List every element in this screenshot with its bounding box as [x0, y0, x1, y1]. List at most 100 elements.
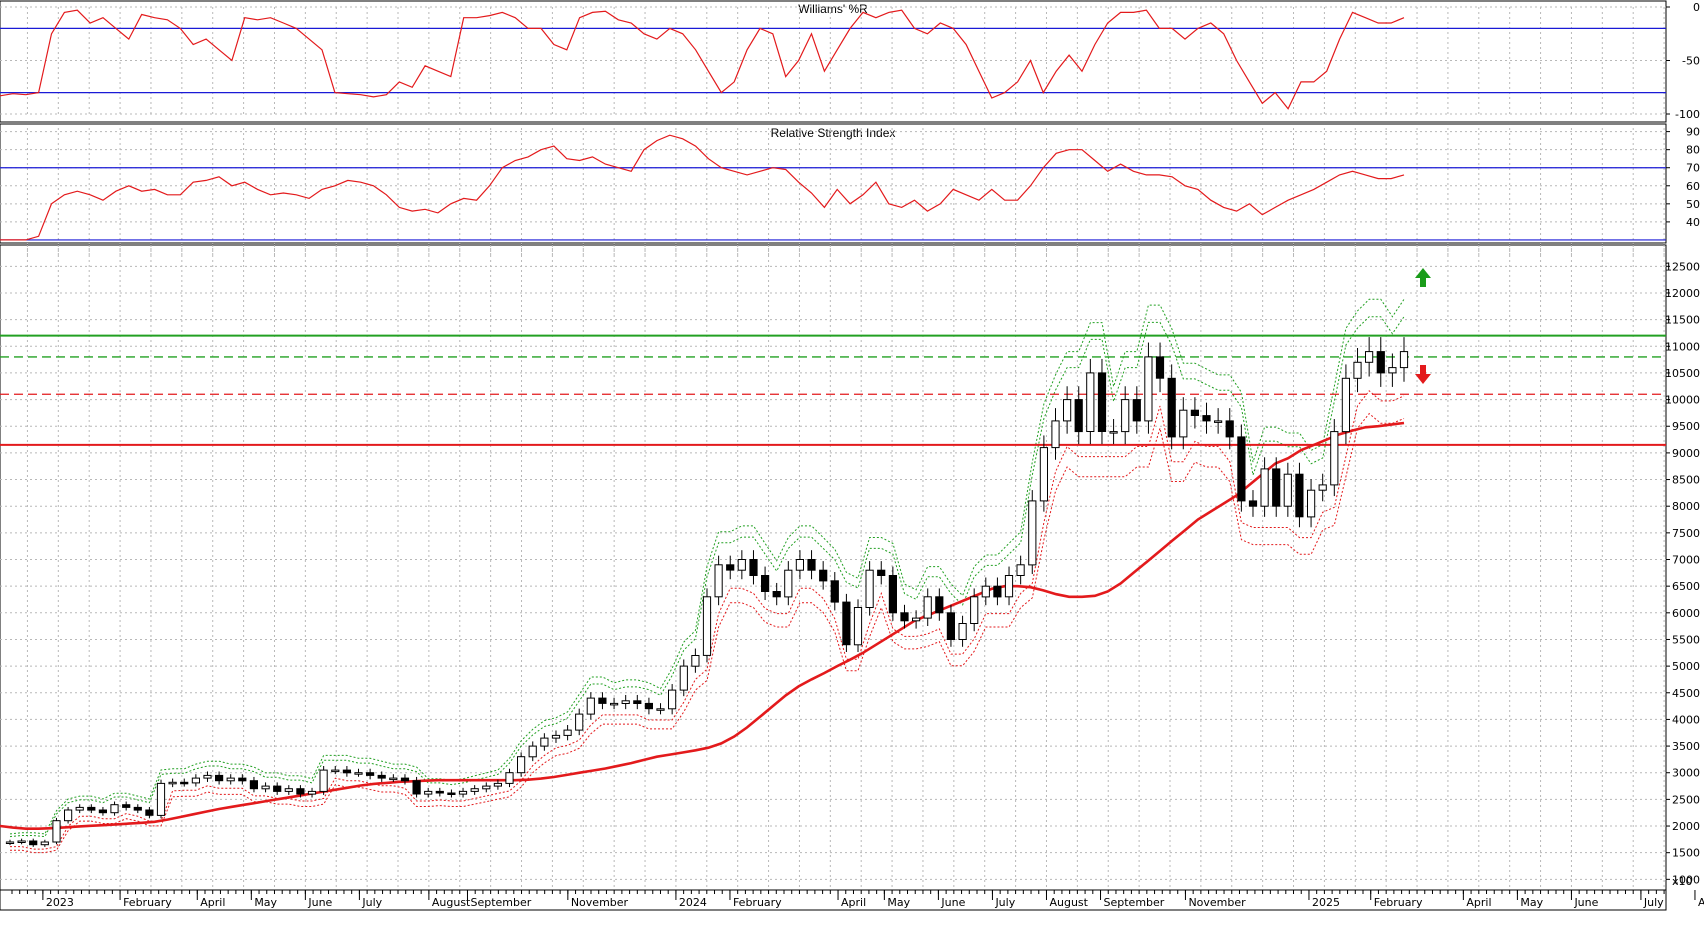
- x-tick-label: September: [1104, 896, 1165, 909]
- candle-body-down: [772, 591, 781, 598]
- y-tick-label: 10500: [1665, 367, 1700, 380]
- candle-body-up: [1086, 372, 1095, 432]
- candle-body-up: [668, 689, 677, 710]
- candle-body-up: [1341, 377, 1351, 433]
- candle-body-down: [366, 772, 375, 776]
- y-tick-label: 4000: [1672, 713, 1700, 726]
- y-tick-label: -50: [1682, 55, 1700, 68]
- candle-body-up: [110, 804, 119, 814]
- candle-body-up: [1121, 399, 1130, 433]
- y-tick-label: 11000: [1665, 340, 1700, 353]
- candle-body-up: [865, 569, 874, 609]
- candle-body-up: [563, 729, 572, 736]
- y-tick-label: 0: [1693, 1, 1700, 14]
- candle-body-down: [29, 840, 38, 846]
- x-tick-label: August: [432, 896, 471, 909]
- x-tick-label: June: [1573, 896, 1598, 909]
- candle-body-down: [946, 612, 955, 640]
- candle-body-up: [714, 564, 723, 598]
- candle-body-down: [1167, 377, 1176, 438]
- candle-body-up: [517, 756, 526, 774]
- candle-body-up: [1016, 564, 1025, 576]
- candle-body-up: [528, 745, 537, 758]
- candle-body-up: [1260, 468, 1269, 507]
- x-tick-label: June: [940, 896, 965, 909]
- y-tick-label: 7000: [1672, 554, 1700, 567]
- candle: [52, 817, 61, 845]
- candle-body-down: [726, 564, 735, 571]
- y-tick-label: 5500: [1672, 633, 1700, 646]
- candle-body-down: [807, 559, 816, 571]
- candle-body-down: [1074, 399, 1083, 433]
- y-tick-label: 90: [1686, 126, 1700, 139]
- candle-body-down: [644, 702, 653, 710]
- y-tick-label: 2000: [1672, 820, 1700, 833]
- candle-body-down: [842, 601, 851, 646]
- candle-body-up: [1144, 356, 1153, 422]
- candle-body-up: [284, 788, 293, 792]
- x-tick-label: July: [1643, 896, 1664, 909]
- stock-chart: Williams' %R 0 -50 -100 Relative Strength …: [0, 0, 1704, 935]
- candle-body-down: [598, 697, 607, 704]
- candle-body-down: [633, 700, 642, 704]
- candle-body-up: [1109, 431, 1118, 434]
- candle-body-down: [1376, 351, 1385, 374]
- x-tick-label: May: [254, 896, 277, 909]
- candle-body-up: [575, 713, 584, 731]
- y-tick-label: 3000: [1672, 767, 1700, 780]
- candle-body-up: [52, 820, 61, 843]
- candle-body-up: [1028, 500, 1037, 566]
- candle-body-down: [877, 569, 886, 577]
- candle-body-up: [970, 596, 979, 624]
- candle-body-up: [621, 700, 630, 704]
- x-tick-label: May: [1520, 896, 1543, 909]
- candle-body-down: [98, 809, 108, 814]
- candle-body-up: [458, 790, 468, 795]
- candle-body-up: [540, 737, 549, 747]
- y-tick-label: 4500: [1672, 687, 1700, 700]
- y-tick-label: 7500: [1672, 527, 1700, 540]
- candle-body-up: [1214, 420, 1223, 423]
- x-tick-label: June: [307, 896, 332, 909]
- y-tick-label: 8500: [1672, 474, 1700, 487]
- candle-body-down: [1190, 409, 1200, 417]
- y-tick-label: 50: [1686, 198, 1700, 211]
- candle-body-down: [447, 792, 456, 795]
- candle-body-up: [981, 585, 990, 598]
- x-tick-label: 2024: [679, 896, 707, 909]
- candle-body-up: [923, 596, 932, 619]
- candle-body-down: [145, 809, 154, 816]
- candle-body-up: [156, 782, 166, 816]
- candle-body-up: [505, 772, 514, 784]
- scale-factor-label: x10: [1672, 875, 1693, 888]
- y-tick-label: 11500: [1665, 314, 1700, 327]
- y-tick-label: 40: [1686, 216, 1700, 229]
- y-tick-label: 12000: [1665, 287, 1700, 300]
- candle-body-up: [354, 772, 363, 775]
- candle-body-up: [1063, 399, 1072, 422]
- candle: [156, 779, 166, 819]
- x-tick-label: July: [994, 896, 1015, 909]
- candle-body-down: [238, 777, 247, 782]
- candle-body-up: [17, 840, 26, 843]
- candle-body-up: [168, 781, 177, 785]
- candle-body-down: [1237, 436, 1246, 502]
- candle-body-up: [551, 734, 561, 739]
- candle-body-up: [1318, 484, 1327, 491]
- x-tick-label: April: [1466, 896, 1491, 909]
- x-tick-label: November: [1188, 896, 1246, 909]
- x-tick-label: August: [1049, 896, 1088, 909]
- candle-body-down: [819, 569, 828, 582]
- candle-body-down: [249, 780, 259, 790]
- candle-body-up: [319, 769, 328, 792]
- candle-body-up: [1039, 447, 1049, 502]
- candle-body-up: [64, 809, 73, 822]
- candle-body-up: [1399, 351, 1409, 369]
- x-tick-label: 2023: [46, 896, 74, 909]
- candle-body-up: [75, 806, 84, 811]
- candle-body-up: [784, 569, 793, 598]
- candle-body-down: [435, 790, 444, 794]
- candle-body-down: [1202, 415, 1211, 422]
- y-tick-label: 80: [1686, 144, 1700, 157]
- x-tick-label: November: [571, 896, 629, 909]
